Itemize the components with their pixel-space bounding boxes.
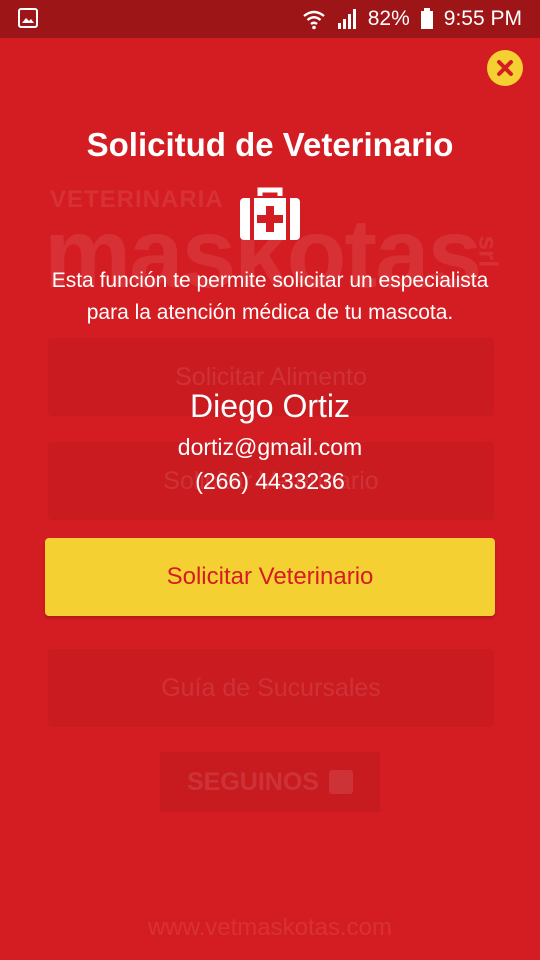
medical-kit-icon (240, 187, 300, 240)
request-vet-button-label: Solicitar Veterinario (166, 563, 374, 590)
description-line: Esta función te permite solicitar un esp… (51, 269, 489, 292)
dialog-description: Esta función te permite solicitar un esp… (20, 265, 520, 329)
background-logo-suffix: srl (473, 235, 504, 268)
clock: 9:55 PM (443, 7, 522, 30)
signal-icon (337, 9, 356, 29)
background-url: www.vetmaskotas.com (147, 914, 393, 941)
background-seguinos-button: SEGUINOS (160, 752, 380, 812)
background-button-branches: Guía de Sucursales (48, 649, 494, 727)
dialog-title: Solicitud de Veterinario (86, 126, 454, 163)
battery-icon (420, 8, 433, 29)
user-name: Diego Ortiz (189, 388, 351, 424)
background-button-label: Guía de Sucursales (161, 673, 381, 702)
close-button[interactable] (487, 50, 523, 86)
image-icon (18, 8, 38, 28)
user-email: dortiz@gmail.com (177, 434, 363, 460)
battery-percent: 82% (367, 7, 410, 30)
background-seguinos-label: SEGUINOS (187, 767, 319, 796)
request-vet-button[interactable]: Solicitar Veterinario (45, 538, 495, 616)
status-bar: 82% 9:55 PM (0, 0, 540, 38)
description-line: para la atención médica de tu mascota. (86, 301, 454, 324)
facebook-icon (328, 770, 353, 794)
background-screen: VETERINARIA maskotas srl Solicitar Alime… (0, 38, 540, 960)
user-phone: (266) 4433236 (195, 468, 345, 494)
close-icon (497, 60, 513, 76)
wifi-icon (303, 10, 325, 30)
